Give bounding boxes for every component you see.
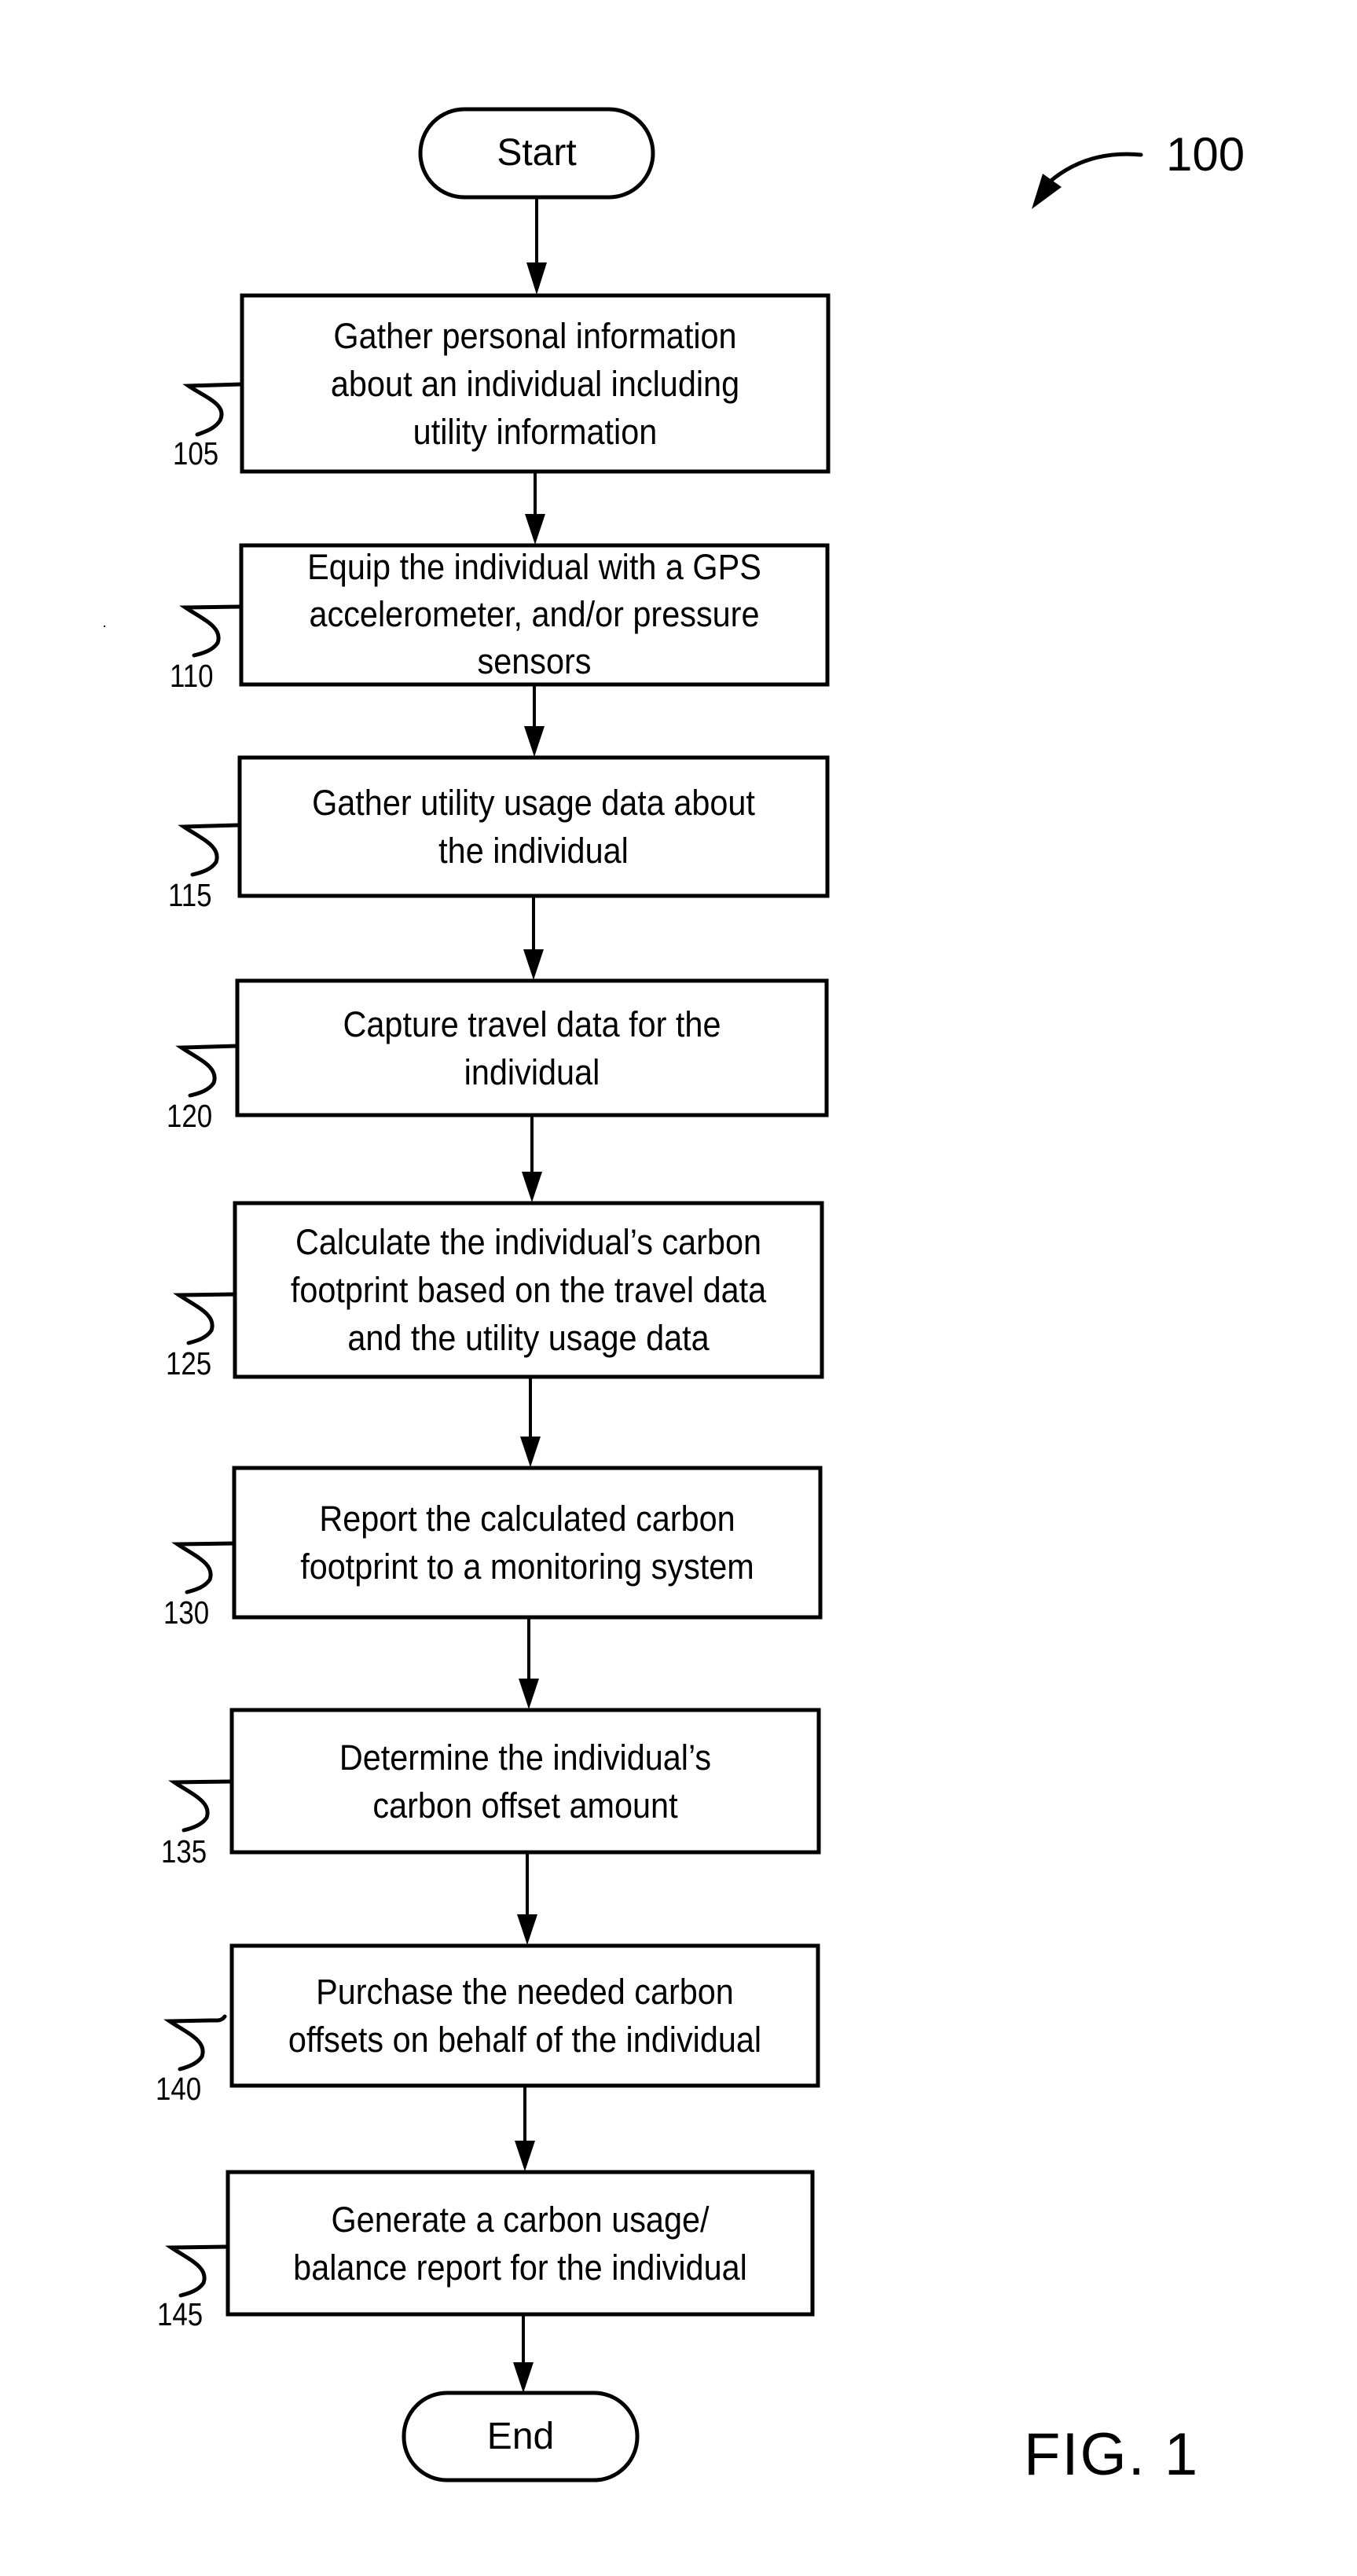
figure-reference-arrow bbox=[1032, 152, 1143, 209]
connector-145-end bbox=[513, 2314, 534, 2393]
connector-120-125 bbox=[522, 1115, 542, 1202]
connector-140-145 bbox=[515, 2086, 535, 2171]
leader-squiggle-125 bbox=[173, 1292, 237, 1345]
arrowhead-icon bbox=[517, 1914, 537, 1945]
step-text-125: Calculate the individual’s carbon footpr… bbox=[290, 1222, 767, 1358]
leader-squiggle-130 bbox=[171, 1541, 237, 1594]
ref-number-135: 135 bbox=[161, 1833, 207, 1870]
leader-squiggle-105 bbox=[182, 382, 244, 437]
arrowhead-icon bbox=[525, 514, 545, 545]
step-text-105: Gather personal information about an ind… bbox=[330, 315, 740, 452]
step-text-110: Equip the individual with a GPS accelero… bbox=[307, 547, 761, 681]
arrowhead-icon bbox=[526, 262, 547, 295]
ref-number-105: 105 bbox=[173, 435, 219, 472]
end-label: End bbox=[486, 2415, 555, 2457]
connector-115-120 bbox=[523, 896, 544, 980]
arrowhead-icon bbox=[513, 2362, 534, 2393]
leader-squiggle-110 bbox=[179, 604, 243, 658]
leader-squiggle-135 bbox=[168, 1779, 234, 1833]
ref-number-110: 110 bbox=[170, 658, 214, 694]
connector-105-110 bbox=[525, 472, 545, 545]
figure-reference-number: 100 bbox=[1166, 128, 1245, 181]
connector-135-140 bbox=[517, 1852, 537, 1945]
leader-squiggle-120 bbox=[175, 1044, 240, 1098]
arrowhead-icon bbox=[515, 2141, 535, 2171]
ref-number-120: 120 bbox=[167, 1098, 213, 1134]
curved-arrowhead-icon bbox=[1032, 174, 1062, 209]
step-text-140: Purchase the needed carbon offsets on be… bbox=[288, 1972, 762, 2060]
connector-125-130 bbox=[520, 1377, 541, 1467]
connector-start-105 bbox=[526, 197, 547, 295]
leader-squiggle-145 bbox=[165, 2244, 230, 2298]
step-text-115: Gather utility usage data about the indi… bbox=[312, 783, 755, 871]
ref-number-125: 125 bbox=[166, 1345, 212, 1382]
leader-squiggle-140 bbox=[163, 2014, 227, 2071]
arrowhead-icon bbox=[520, 1437, 541, 1467]
leader-squiggle-115 bbox=[178, 823, 241, 877]
step-text-120: Capture travel data for the individual bbox=[343, 1004, 721, 1092]
start-label: Start bbox=[497, 132, 577, 174]
arrowhead-icon bbox=[524, 726, 545, 757]
ref-number-130: 130 bbox=[163, 1594, 210, 1631]
step-text-135: Determine the individual’s carbon offset… bbox=[339, 1737, 712, 1826]
figure-label: FIG. 1 bbox=[1024, 2421, 1200, 2488]
connector-130-135 bbox=[519, 1617, 539, 1709]
ref-number-140: 140 bbox=[156, 2071, 202, 2107]
arrowhead-icon bbox=[522, 1172, 542, 1202]
ref-number-145: 145 bbox=[157, 2296, 204, 2332]
step-text-145: Generate a carbon usage/ balance report … bbox=[293, 2199, 747, 2288]
arrowhead-icon bbox=[523, 949, 544, 980]
step-text-130: Report the calculated carbon footprint t… bbox=[300, 1499, 754, 1587]
scan-speck bbox=[104, 626, 105, 627]
arrowhead-icon bbox=[519, 1679, 539, 1709]
connector-110-115 bbox=[524, 684, 545, 757]
ref-number-115: 115 bbox=[168, 877, 212, 913]
